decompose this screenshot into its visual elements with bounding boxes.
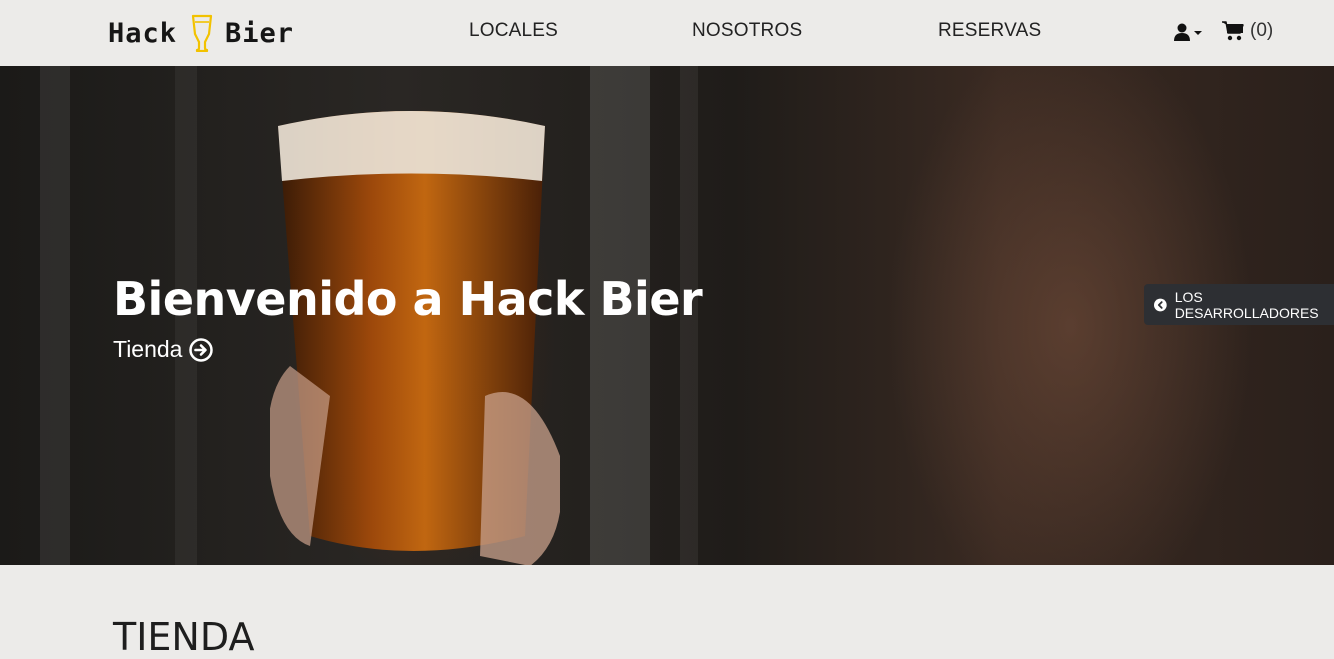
hero-banner: Bienvenido a Hack Bier Tienda LOS DESARR… (0, 66, 1334, 565)
beer-glass-icon (191, 14, 213, 53)
cart-count: (0) (1250, 20, 1274, 41)
brand-logo[interactable]: Hack Bier (108, 14, 295, 53)
shop-link[interactable]: Tienda (113, 336, 214, 363)
arrow-right-circle-icon (189, 337, 214, 362)
brand-text-left: Hack (108, 17, 178, 49)
background-bokeh (40, 66, 70, 565)
nav-link-nosotros[interactable]: NOSOTROS (692, 20, 802, 42)
caret-down-icon (1194, 31, 1202, 35)
hero-title: Bienvenido a Hack Bier (113, 272, 703, 326)
chevron-left-circle-icon (1154, 298, 1167, 311)
cart-icon (1222, 21, 1244, 41)
developers-tab-label: LOS DESARROLLADORES (1174, 288, 1319, 321)
user-menu-dropdown[interactable] (1174, 22, 1204, 44)
cart-button[interactable]: (0) (1222, 20, 1273, 42)
nav-link-locales[interactable]: LOCALES (469, 20, 558, 42)
navbar: Hack Bier LOCALES NOSOTROS RESERVAS (0) (0, 0, 1334, 66)
developers-tab-button[interactable]: LOS DESARROLLADORES (1144, 284, 1334, 325)
user-icon (1174, 23, 1202, 41)
brand-text-right: Bier (225, 17, 295, 49)
shop-link-label: Tienda (113, 336, 183, 362)
section-title-tienda: TIENDA (113, 615, 255, 659)
beer-photo-image (270, 111, 560, 565)
nav-link-reservas[interactable]: RESERVAS (938, 20, 1041, 42)
